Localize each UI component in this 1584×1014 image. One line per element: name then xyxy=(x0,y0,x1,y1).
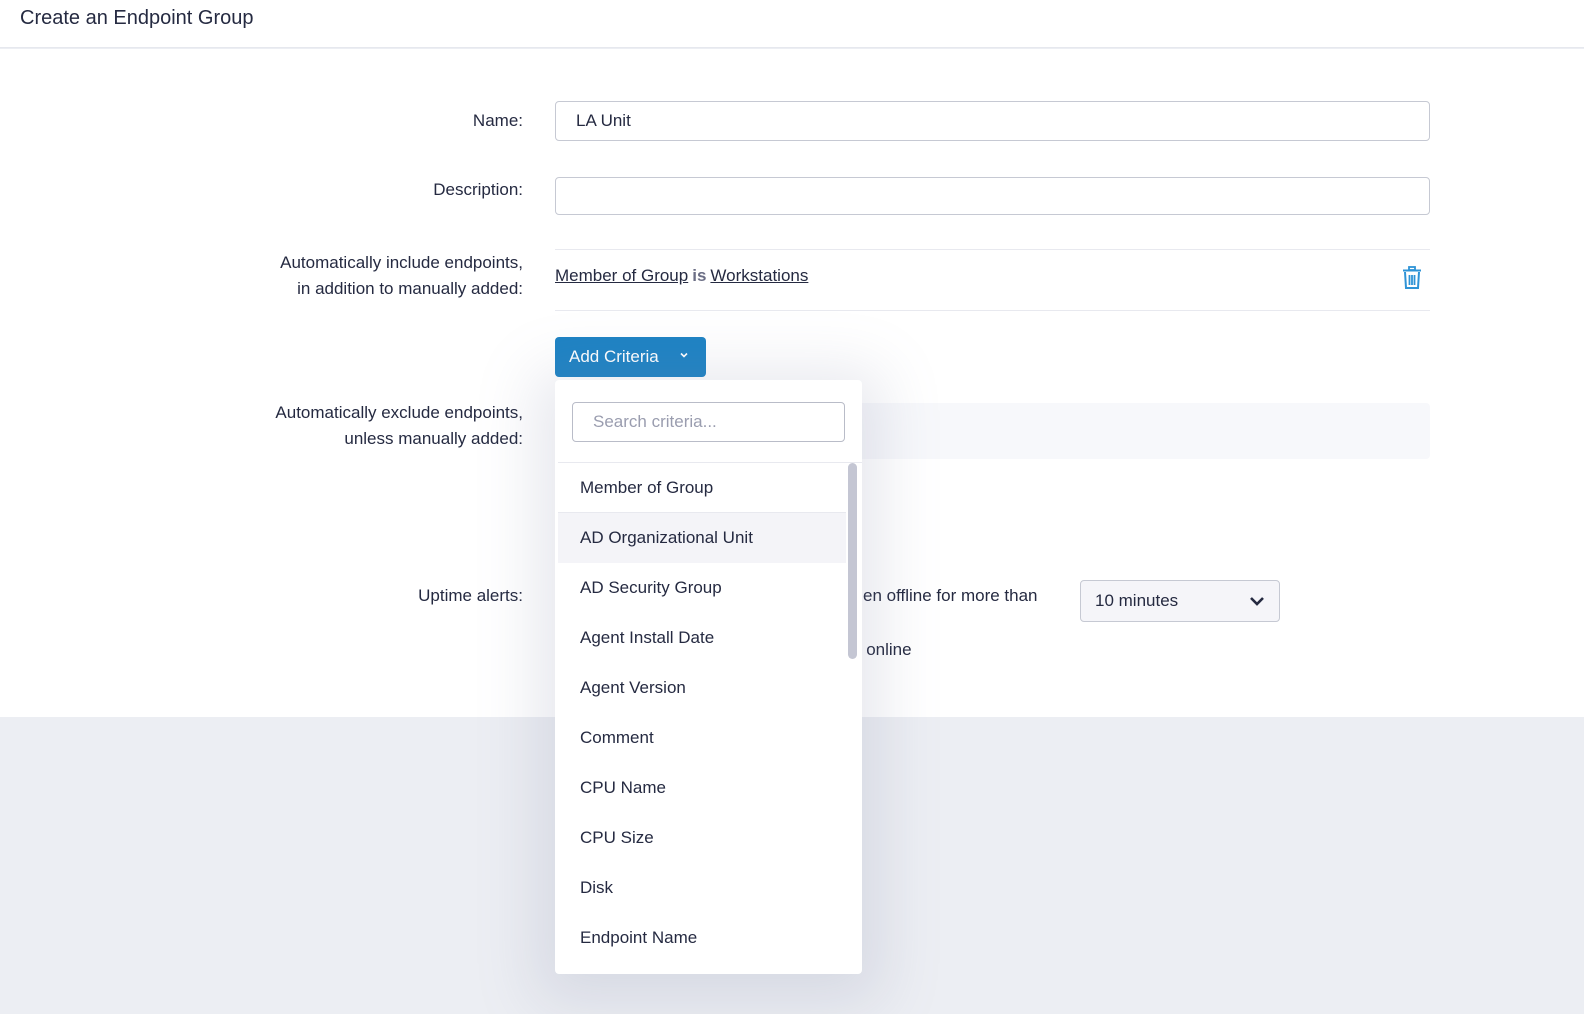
name-label: Name: xyxy=(472,111,523,130)
criteria-expression: Member of Group is Workstations xyxy=(555,266,808,286)
page-title: Create an Endpoint Group xyxy=(20,7,254,29)
chevron-down-icon xyxy=(1250,597,1264,606)
exclude-label-line1: Automatically exclude endpoints, xyxy=(275,403,523,422)
criteria-option[interactable]: AD Security Group xyxy=(558,563,846,613)
criteria-dropdown: Member of Group AD Organizational Unit A… xyxy=(555,380,862,974)
criteria-option[interactable]: Disk xyxy=(558,863,846,913)
criteria-list: Member of Group AD Organizational Unit A… xyxy=(558,462,862,974)
include-label-line1: Automatically include endpoints, xyxy=(280,253,523,272)
criteria-option[interactable]: Comment xyxy=(558,713,846,763)
description-input[interactable] xyxy=(555,177,1430,215)
offline-duration-value: 10 minutes xyxy=(1095,591,1179,610)
criteria-option[interactable]: CPU Size xyxy=(558,813,846,863)
criteria-search-input[interactable] xyxy=(572,402,845,442)
criteria-option[interactable]: Agent Version xyxy=(558,663,846,713)
description-label: Description: xyxy=(433,180,523,199)
criteria-option[interactable]: Agent Install Date xyxy=(558,613,846,663)
name-input[interactable] xyxy=(555,101,1430,141)
uptime-label: Uptime alerts: xyxy=(418,586,523,605)
add-criteria-label: Add Criteria xyxy=(569,347,659,366)
criteria-value-link[interactable]: Workstations xyxy=(710,266,808,285)
exclude-label-line2: unless manually added: xyxy=(344,429,523,448)
criteria-option[interactable]: AD Organizational Unit xyxy=(558,513,846,563)
chevron-down-icon xyxy=(680,352,688,358)
criteria-option[interactable]: Endpoint Name xyxy=(558,913,846,963)
exclude-label: Automatically exclude endpoints, unless … xyxy=(275,400,523,452)
criteria-option[interactable]: CPU Name xyxy=(558,763,846,813)
offline-alert-text: en offline for more than xyxy=(863,586,1038,605)
page-header: Create an Endpoint Group xyxy=(0,0,1584,48)
include-label-line2: in addition to manually added: xyxy=(297,279,523,298)
include-criteria-row: Member of Group is Workstations xyxy=(555,249,1430,311)
trash-icon[interactable] xyxy=(1402,266,1422,290)
criteria-list-scrollbar[interactable] xyxy=(848,463,857,659)
criteria-field-link[interactable]: Member of Group xyxy=(555,266,688,285)
add-criteria-button[interactable]: Add Criteria xyxy=(555,337,706,377)
include-label: Automatically include endpoints, in addi… xyxy=(280,250,523,302)
criteria-operator: is xyxy=(692,266,707,285)
criteria-option[interactable]: Member of Group xyxy=(558,463,846,513)
offline-duration-select[interactable]: 10 minutes xyxy=(1080,580,1280,622)
